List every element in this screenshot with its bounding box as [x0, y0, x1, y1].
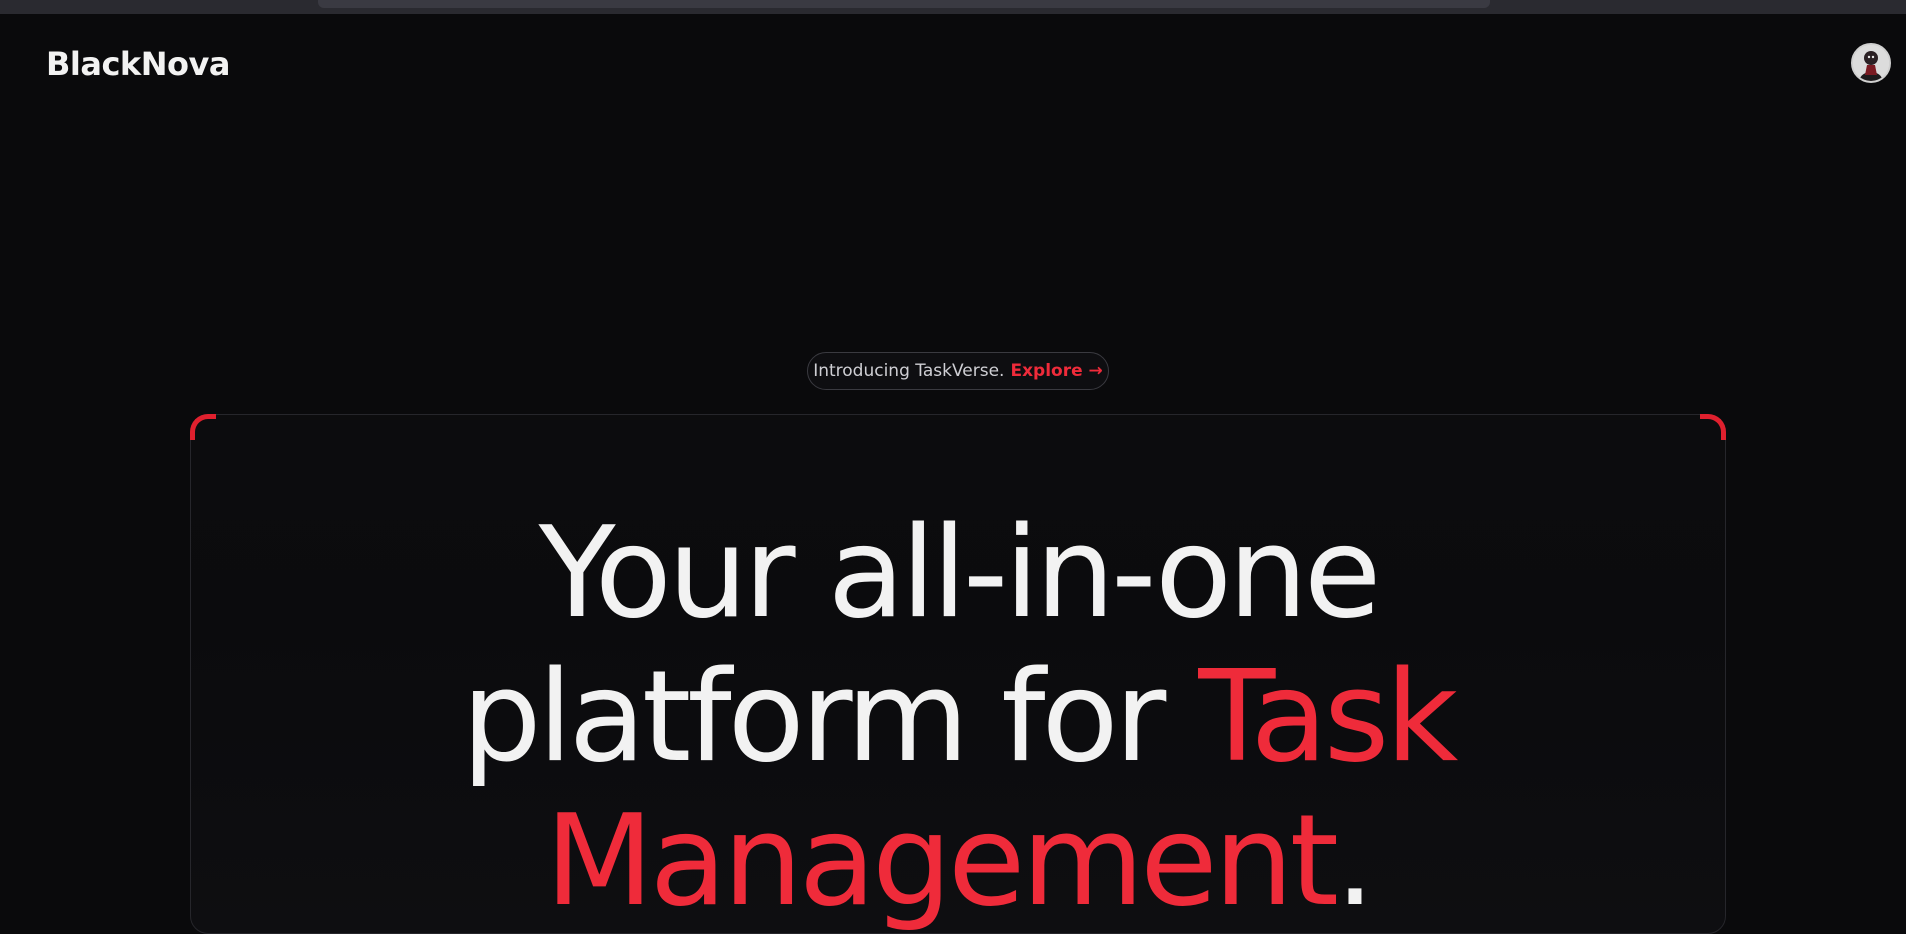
- landing-page: BlackNova Introducing TaskVerse. Explore…: [0, 14, 1906, 934]
- announcement-text: Introducing TaskVerse.: [813, 361, 1005, 381]
- announcement-pill[interactable]: Introducing TaskVerse. Explore →: [807, 352, 1109, 390]
- user-avatar-icon[interactable]: [1851, 43, 1891, 83]
- hero-card: Your all-in-one platform for Task Manage…: [190, 414, 1726, 934]
- browser-url-bar-edge: [318, 0, 1490, 8]
- hero-line-1: Your all-in-one: [538, 499, 1382, 646]
- hero-line-3: Management.: [191, 789, 1725, 933]
- corner-accent-top-left: [190, 414, 216, 440]
- hero-line-2-accent: Task: [1198, 643, 1458, 790]
- browser-top-strip: [0, 0, 1906, 14]
- hero-line-3-accent: Management: [544, 787, 1339, 934]
- hero-line-3-tail: .: [1334, 787, 1375, 934]
- brand-logo[interactable]: BlackNova: [46, 45, 230, 83]
- explore-link[interactable]: Explore →: [1010, 361, 1102, 381]
- hero-line-2-plain: platform for: [461, 643, 1167, 790]
- corner-accent-top-right: [1700, 414, 1726, 440]
- hero-line-2: platform for Task: [191, 645, 1725, 789]
- hero-headline: Your all-in-one platform for Task Manage…: [191, 501, 1725, 933]
